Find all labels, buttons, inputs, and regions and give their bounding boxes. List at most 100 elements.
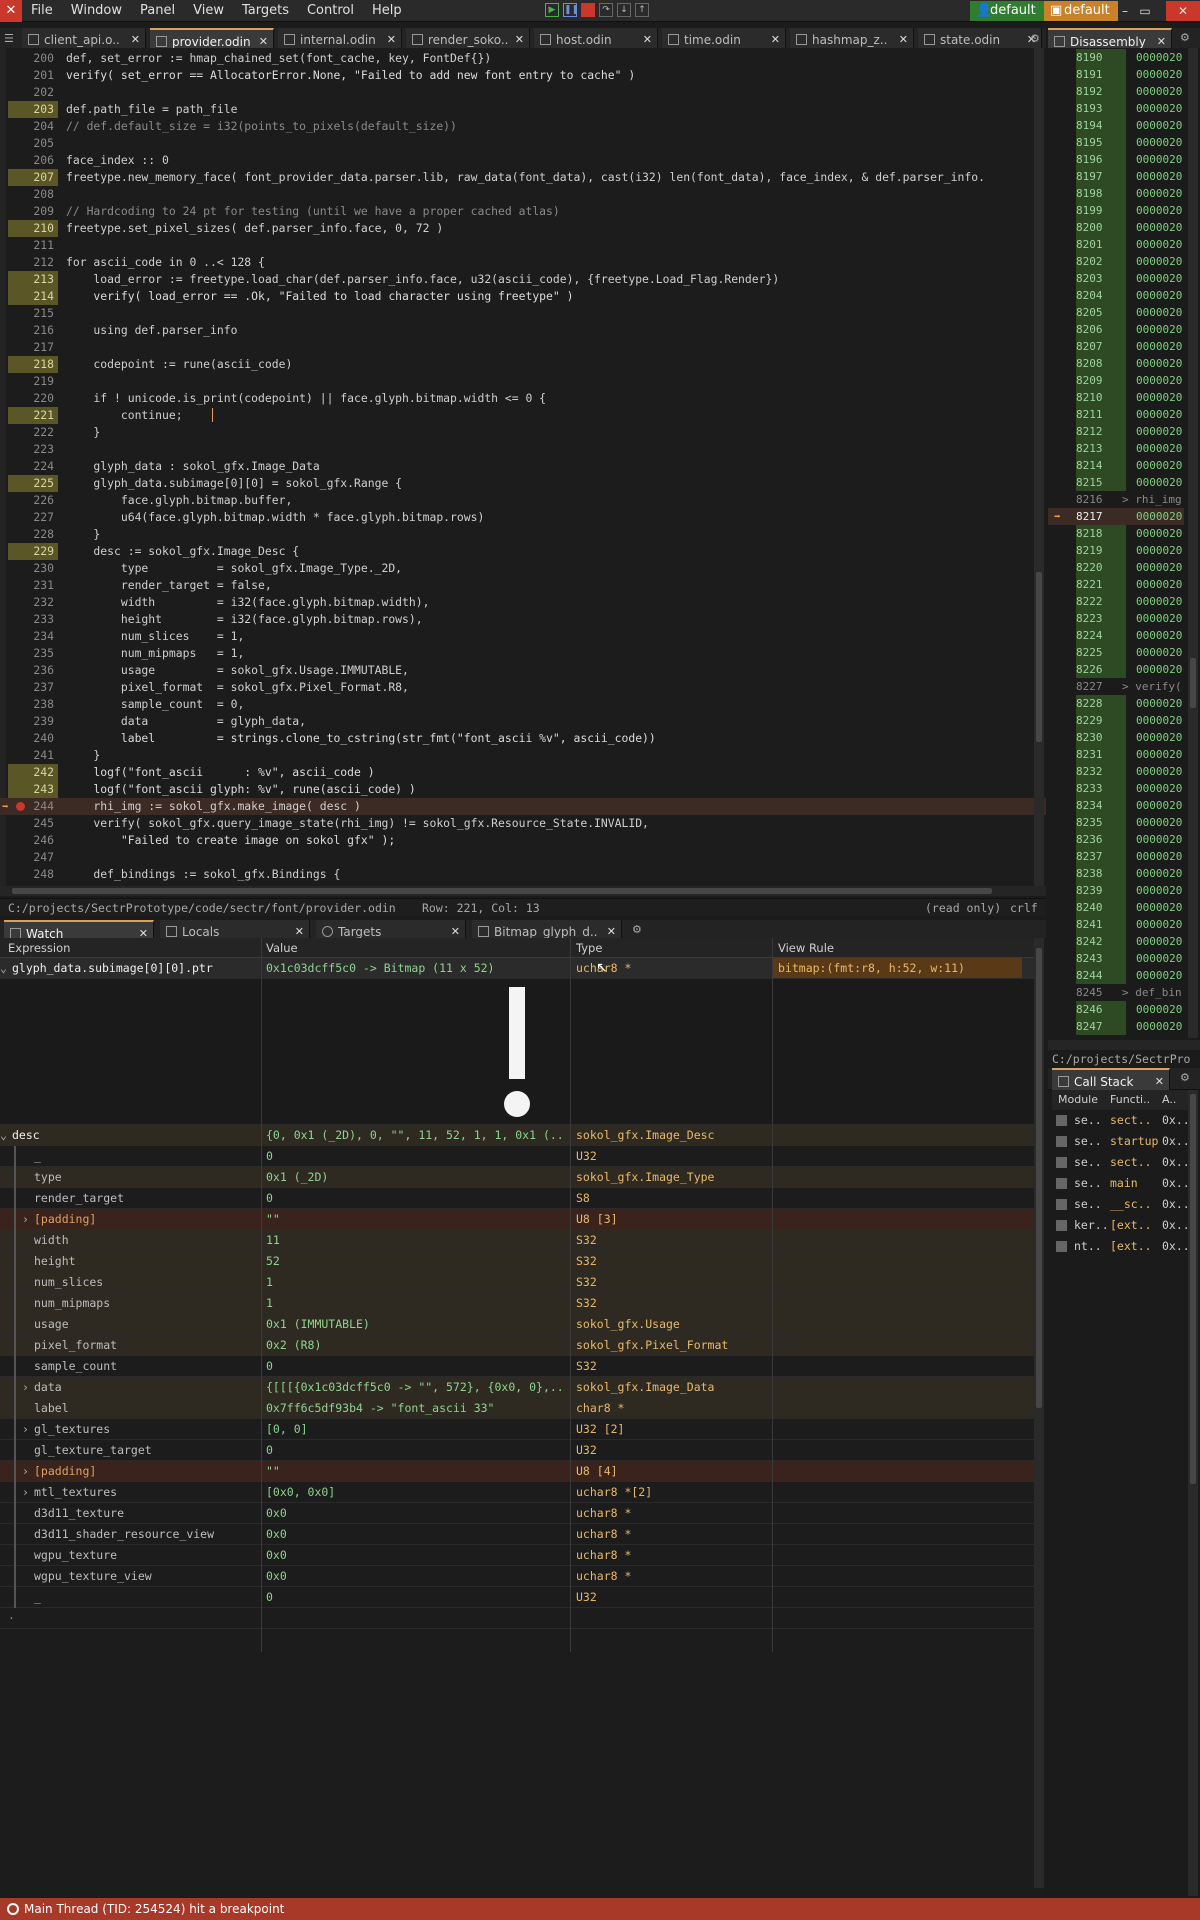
watch-expression[interactable]: pixel_format (34, 1335, 286, 1355)
chevron-right-icon[interactable]: › (22, 1419, 29, 1439)
disassembly-line-number[interactable]: 8234 (1076, 797, 1126, 814)
disassembly-line-number[interactable]: 8196 (1076, 151, 1126, 168)
disassembly-row[interactable]: 8231 0000020 (1048, 746, 1184, 763)
code-line[interactable]: 238 sample_count = 0, (0, 696, 1046, 713)
line-number[interactable]: 221 (8, 407, 58, 424)
code-line[interactable]: 241 } (0, 747, 1046, 764)
watch-expression[interactable]: gl_textures (34, 1419, 286, 1439)
disassembly-row[interactable]: 8241 0000020 (1048, 916, 1184, 933)
disassembly-row[interactable]: 8214 0000020 (1048, 457, 1184, 474)
watch-row[interactable]: d3d11_shader_resource_view 0x0 uchar8 * (0, 1524, 1034, 1545)
disassembly-row[interactable]: 8201 0000020 (1048, 236, 1184, 253)
line-number[interactable]: 242 (8, 764, 58, 781)
code-line[interactable]: 240 label = strings.clone_to_cstring(str… (0, 730, 1046, 747)
line-number[interactable]: 226 (8, 492, 58, 509)
watch-value[interactable]: 11 (266, 1230, 566, 1250)
disassembly-row[interactable]: 8213 0000020 (1048, 440, 1184, 457)
menu-control[interactable]: Control (298, 0, 363, 22)
watch-value[interactable]: 0x0 (266, 1503, 566, 1523)
watch-row[interactable]: pixel_format 0x2 (R8) sokol_gfx.Pixel_Form… (0, 1335, 1034, 1356)
column-header-view-rule[interactable]: View Rule (778, 938, 834, 958)
code-line[interactable]: 246 "Failed to create image on sokol gfx… (0, 832, 1046, 849)
disassembly-line-number[interactable]: 8240 (1076, 899, 1126, 916)
disassembly-row[interactable]: 8193 0000020 (1048, 100, 1184, 117)
watch-expression[interactable]: usage (34, 1314, 286, 1334)
callstack-row[interactable]: ker.. [ext.. 0x.. (1052, 1215, 1200, 1236)
code-line[interactable]: 219 (0, 373, 1046, 390)
watch-row[interactable]: _ 0 U32 (0, 1146, 1034, 1167)
disassembly-line-number[interactable]: 8244 (1076, 967, 1126, 984)
watch-row[interactable]: num_slices 1 S32 (0, 1272, 1034, 1293)
column-divider[interactable] (772, 938, 773, 1652)
disassembly-row[interactable]: 8232 0000020 (1048, 763, 1184, 780)
tab-list-icon[interactable]: ☰ (4, 32, 14, 45)
line-number[interactable]: 212 (8, 254, 58, 271)
disassembly-row[interactable]: 8224 0000020 (1048, 627, 1184, 644)
code-line[interactable]: 233 height = i32(face.glyph.bitmap.rows)… (0, 611, 1046, 628)
disassembly-row[interactable]: 8209 0000020 (1048, 372, 1184, 389)
watch-row[interactable]: d3d11_texture 0x0 uchar8 * (0, 1503, 1034, 1524)
watch-expression[interactable]: _ (34, 1146, 286, 1166)
disassembly-row[interactable]: 8194 0000020 (1048, 117, 1184, 134)
watch-expression[interactable]: type (34, 1167, 286, 1187)
chevron-right-icon[interactable]: › (22, 1377, 29, 1397)
disassembly-row[interactable]: 8235 0000020 (1048, 814, 1184, 831)
line-number[interactable]: 215 (8, 305, 58, 322)
disassembly-line-number[interactable]: 8225 (1076, 644, 1126, 661)
code-line[interactable]: 202 (0, 84, 1046, 101)
watch-value[interactable]: 0x2 (R8) (266, 1335, 566, 1355)
callstack-row[interactable]: se.. main 0x.. (1052, 1173, 1200, 1194)
code-line[interactable]: 230 type = sokol_gfx.Image_Type._2D, (0, 560, 1046, 577)
close-icon[interactable]: ✕ (259, 30, 268, 50)
code-line[interactable]: 248 def_bindings := sokol_gfx.Bindings { (0, 866, 1046, 883)
line-number[interactable]: 220 (8, 390, 58, 407)
disassembly-line-number[interactable]: 8207 (1076, 338, 1126, 355)
disassembly-row[interactable]: 8243 0000020 (1048, 950, 1184, 967)
disassembly-line-number[interactable]: 8245 (1076, 984, 1126, 1001)
disassembly-row[interactable]: 8190 0000020 (1048, 49, 1184, 66)
column-header-module[interactable]: Module (1058, 1090, 1098, 1110)
line-number[interactable]: 207 (8, 169, 58, 186)
disassembly-scrollbar[interactable] (1188, 48, 1198, 1038)
watch-row[interactable]: wgpu_texture 0x0 uchar8 * (0, 1545, 1034, 1566)
watch-row[interactable]: wgpu_texture_view 0x0 uchar8 * (0, 1566, 1034, 1587)
line-number[interactable]: 202 (8, 84, 58, 101)
code-line[interactable]: 203 def.path_file = path_file (0, 101, 1046, 118)
menu-view[interactable]: View (184, 0, 233, 22)
disassembly-row[interactable]: 8192 0000020 (1048, 83, 1184, 100)
code-line[interactable]: 222 } (0, 424, 1046, 441)
disassembly-row[interactable]: 8210 0000020 (1048, 389, 1184, 406)
line-number[interactable]: 231 (8, 577, 58, 594)
watch-expression[interactable]: wgpu_texture (34, 1545, 286, 1565)
code-line[interactable]: 213 load_error := freetype.load_char(def… (0, 271, 1046, 288)
editor-tab[interactable]: render_soko.. ✕ (406, 28, 530, 50)
disassembly-row[interactable]: 8220 0000020 (1048, 559, 1184, 576)
callstack-scroll-thumb[interactable] (1190, 1094, 1196, 1484)
app-logo-icon[interactable]: ✕ (0, 0, 22, 22)
disassembly-row[interactable]: 8191 0000020 (1048, 66, 1184, 83)
code-line[interactable]: 237 pixel_format = sokol_gfx.Pixel_Forma… (0, 679, 1046, 696)
line-number[interactable]: 200 (8, 50, 58, 67)
disassembly-line-number[interactable]: 8243 (1076, 950, 1126, 967)
close-icon[interactable]: ✕ (771, 28, 780, 50)
line-number[interactable]: 227 (8, 509, 58, 526)
watch-row[interactable]: render_target 0 S8 (0, 1188, 1034, 1209)
watch-row[interactable]: sample_count 0 S32 (0, 1356, 1034, 1377)
watch-row[interactable]: label 0x7ff6c5df93b4 -> "font_ascii 33" ch… (0, 1398, 1034, 1419)
line-number[interactable]: 201 (8, 67, 58, 84)
code-line[interactable]: 200 def, set_error := hmap_chained_set(fo… (0, 50, 1046, 67)
code-line[interactable]: 243 logf("font_ascii glyph: %v", rune(as… (0, 781, 1046, 798)
code-line[interactable]: 231 render_target = false, (0, 577, 1046, 594)
watch-expression[interactable]: num_mipmaps (34, 1293, 286, 1313)
code-line[interactable]: 220 if ! unicode.is_print(codepoint) || … (0, 390, 1046, 407)
disassembly-line-number[interactable]: 8199 (1076, 202, 1126, 219)
code-line[interactable]: 209 // Hardcoding to 24 pt for testing (u… (0, 203, 1046, 220)
watch-value[interactable]: 0x0 (266, 1566, 566, 1586)
user-button-1[interactable]: 👤 default (970, 1, 1044, 21)
line-number[interactable]: 210 (8, 220, 58, 237)
code-line[interactable]: 224 glyph_data : sokol_gfx.Image_Data (0, 458, 1046, 475)
disassembly-hscrollbar[interactable] (1048, 1040, 1200, 1050)
disassembly-line-number[interactable]: 8232 (1076, 763, 1126, 780)
code-line[interactable]: 225 glyph_data.subimage[0][0] = sokol_gf… (0, 475, 1046, 492)
line-number[interactable]: 217 (8, 339, 58, 356)
